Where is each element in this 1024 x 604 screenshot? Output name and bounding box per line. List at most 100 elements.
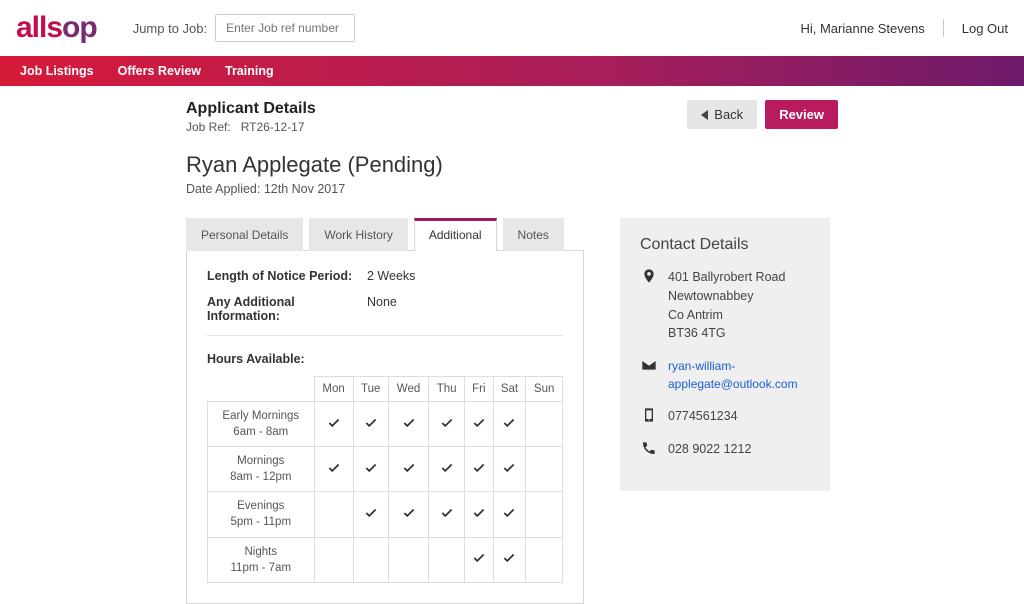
nav-offers-review[interactable]: Offers Review xyxy=(118,64,201,78)
check-icon xyxy=(440,511,454,523)
availability-cell xyxy=(526,537,563,582)
availability-cell xyxy=(429,537,465,582)
divider xyxy=(207,335,563,336)
tab-work-history[interactable]: Work History xyxy=(309,218,407,251)
tab-panel-additional: Length of Notice Period: 2 Weeks Any Add… xyxy=(186,250,584,604)
logo-left: alls xyxy=(16,11,62,44)
availability-cell xyxy=(526,447,563,492)
check-icon xyxy=(402,466,416,478)
phone-icon xyxy=(640,440,658,459)
back-arrow-icon xyxy=(701,110,708,120)
check-icon xyxy=(402,421,416,433)
slot-label: Mornings8am - 12pm xyxy=(208,447,315,492)
applicant-name: Ryan Applegate (Pending) xyxy=(186,152,566,178)
logo[interactable]: allsop xyxy=(16,11,97,45)
availability-cell xyxy=(493,447,526,492)
review-button[interactable]: Review xyxy=(765,100,838,129)
availability-cell xyxy=(429,492,465,537)
contact-landline: 028 9022 1212 xyxy=(640,440,810,459)
hours-table: MonTueWedThuFriSatSun Early Mornings6am … xyxy=(207,376,563,583)
day-header: Mon xyxy=(314,377,353,402)
date-applied: Date Applied: 12th Nov 2017 xyxy=(186,182,566,196)
check-icon xyxy=(502,466,516,478)
logo-right: op xyxy=(62,11,97,44)
check-icon xyxy=(364,466,378,478)
contact-details-title: Contact Details xyxy=(640,236,810,254)
job-ref: Job Ref: RT26-12-17 xyxy=(186,120,566,134)
date-applied-value: 12th Nov 2017 xyxy=(264,182,345,196)
contact-email: ryan-william-applegate@outlook.com xyxy=(640,357,810,393)
back-button-label: Back xyxy=(714,107,743,122)
availability-cell xyxy=(429,447,465,492)
availability-cell xyxy=(493,537,526,582)
availability-cell xyxy=(353,492,388,537)
availability-cell xyxy=(388,492,428,537)
check-icon xyxy=(472,466,486,478)
separator xyxy=(943,19,944,37)
availability-cell xyxy=(465,492,494,537)
job-ref-value: RT26-12-17 xyxy=(241,120,305,134)
check-icon xyxy=(364,421,378,433)
check-icon xyxy=(472,511,486,523)
check-icon xyxy=(502,421,516,433)
contact-address: 401 Ballyrobert RoadNewtownabbeyCo Antri… xyxy=(640,268,810,343)
day-header: Tue xyxy=(353,377,388,402)
check-icon xyxy=(402,511,416,523)
tabs: Personal Details Work History Additional… xyxy=(186,218,584,251)
availability-cell xyxy=(388,537,428,582)
tab-notes[interactable]: Notes xyxy=(503,218,564,251)
jump-to-job-label: Jump to Job: xyxy=(133,21,207,36)
day-header: Sat xyxy=(493,377,526,402)
logout-link[interactable]: Log Out xyxy=(962,21,1008,36)
tab-personal-details[interactable]: Personal Details xyxy=(186,218,303,251)
hours-available-title: Hours Available: xyxy=(207,352,563,366)
top-bar: allsop Jump to Job: Hi, Marianne Stevens… xyxy=(0,0,1024,56)
section-title: Applicant Details xyxy=(186,100,566,118)
availability-cell xyxy=(493,492,526,537)
availability-cell xyxy=(526,492,563,537)
availability-cell xyxy=(353,447,388,492)
availability-cell xyxy=(388,447,428,492)
availability-cell xyxy=(353,537,388,582)
availability-cell xyxy=(465,402,494,447)
availability-cell xyxy=(465,447,494,492)
contact-mobile-value: 0774561234 xyxy=(668,407,738,426)
availability-cell xyxy=(353,402,388,447)
back-button[interactable]: Back xyxy=(687,100,757,129)
review-button-label: Review xyxy=(779,107,824,122)
slot-label: Nights11pm - 7am xyxy=(208,537,315,582)
jump-to-job-input[interactable] xyxy=(215,14,355,42)
mobile-icon xyxy=(640,407,658,426)
availability-cell xyxy=(429,402,465,447)
nav-training[interactable]: Training xyxy=(225,64,274,78)
date-applied-label: Date Applied: xyxy=(186,182,260,196)
notice-period-label: Length of Notice Period: xyxy=(207,269,367,283)
tab-additional[interactable]: Additional xyxy=(414,218,497,251)
contact-details-panel: Contact Details 401 Ballyrobert RoadNewt… xyxy=(620,218,830,491)
contact-email-link[interactable]: ryan-william-applegate@outlook.com xyxy=(668,357,810,393)
notice-period-value: 2 Weeks xyxy=(367,269,415,283)
job-ref-label: Job Ref: xyxy=(186,120,231,134)
greeting-text: Hi, Marianne Stevens xyxy=(800,21,924,36)
day-header: Fri xyxy=(465,377,494,402)
primary-nav: Job Listings Offers Review Training xyxy=(0,56,1024,86)
check-icon xyxy=(472,421,486,433)
slot-label: Evenings5pm - 11pm xyxy=(208,492,315,537)
hours-row: Early Mornings6am - 8am xyxy=(208,402,563,447)
nav-job-listings[interactable]: Job Listings xyxy=(20,64,94,78)
day-header: Thu xyxy=(429,377,465,402)
check-icon xyxy=(502,511,516,523)
check-icon xyxy=(472,556,486,568)
availability-cell xyxy=(526,402,563,447)
slot-label: Early Mornings6am - 8am xyxy=(208,402,315,447)
hours-row: Mornings8am - 12pm xyxy=(208,447,563,492)
day-header: Wed xyxy=(388,377,428,402)
contact-landline-value: 028 9022 1212 xyxy=(668,440,751,459)
additional-info-label: Any Additional Information: xyxy=(207,295,367,323)
day-header: Sun xyxy=(526,377,563,402)
hours-row: Nights11pm - 7am xyxy=(208,537,563,582)
availability-cell xyxy=(314,402,353,447)
availability-cell xyxy=(314,537,353,582)
hours-row: Evenings5pm - 11pm xyxy=(208,492,563,537)
availability-cell xyxy=(314,447,353,492)
